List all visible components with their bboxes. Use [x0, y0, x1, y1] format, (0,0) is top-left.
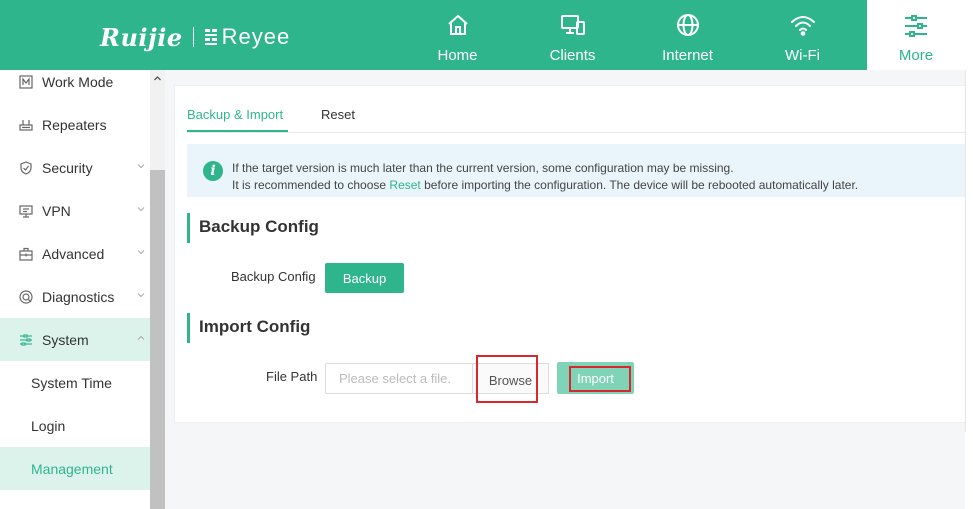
sidebar-item-label: VPN — [42, 202, 71, 219]
backup-section-title: Backup Config — [187, 213, 319, 243]
work-mode-icon — [18, 74, 34, 90]
toolbox-icon — [18, 246, 34, 262]
brand-ruijie: Ruijie — [100, 22, 183, 52]
tab-divider — [187, 132, 965, 133]
devices-icon — [560, 15, 585, 35]
chevron-up-icon — [137, 335, 145, 340]
backup-field-label: Backup Config — [231, 269, 316, 284]
globe-icon — [676, 14, 699, 36]
shield-icon — [18, 160, 34, 176]
nav-more[interactable]: More — [867, 0, 965, 70]
reyee-mark-icon — [204, 29, 217, 45]
chevron-down-icon — [137, 207, 145, 212]
nav-internet-label: Internet — [662, 47, 713, 64]
brand-reyee: Reyee — [204, 24, 291, 50]
diagnostics-icon — [18, 289, 34, 305]
sidebar-item-security[interactable]: Security — [0, 146, 150, 189]
chevron-down-icon — [137, 164, 145, 169]
file-path-input[interactable] — [325, 363, 472, 394]
sidebar-item-work-mode[interactable]: Work Mode — [0, 70, 150, 103]
vpn-icon — [18, 203, 34, 219]
sidebar: Work Mode Repeaters Security VPN Advance… — [0, 70, 165, 509]
sidebar-item-advanced[interactable]: Advanced — [0, 232, 150, 275]
brand-logo: Ruijie Reyee — [100, 22, 290, 52]
window-edge — [965, 0, 973, 509]
sidebar-item-label: Diagnostics — [42, 288, 115, 305]
sidebar-item-label: Security — [42, 159, 93, 176]
chevron-down-icon — [137, 250, 145, 255]
sidebar-subitem-label: System Time — [31, 374, 112, 391]
sidebar-item-vpn[interactable]: VPN — [0, 189, 150, 232]
file-path-label: File Path — [266, 369, 318, 384]
sidebar-item-label: System — [42, 331, 89, 348]
sidebar-item-label: Repeaters — [42, 116, 107, 133]
sidebar-subitem-management[interactable]: Management — [0, 447, 150, 490]
sidebar-item-system[interactable]: System — [0, 318, 150, 361]
brand-separator — [192, 27, 194, 47]
sliders-icon — [905, 15, 927, 37]
top-header: Ruijie Reyee Home Clients Internet Wi-Fi… — [0, 0, 965, 70]
brand-reyee-text: Reyee — [221, 24, 291, 49]
tab-backup-import[interactable]: Backup & Import — [187, 107, 283, 131]
nav-wifi-label: Wi-Fi — [785, 47, 820, 64]
backup-button[interactable]: Backup — [325, 263, 404, 293]
sidebar-scrollbar[interactable] — [150, 70, 165, 509]
nav-internet[interactable]: Internet — [630, 0, 745, 70]
notice-line-2-suffix: before importing the configuration. The … — [420, 178, 859, 192]
sidebar-subitem-login[interactable]: Login — [0, 404, 150, 447]
nav-clients-label: Clients — [549, 47, 596, 64]
sidebar-scrollbar-thumb[interactable] — [150, 170, 165, 509]
sliders-icon — [18, 332, 34, 348]
sidebar-item-label: Advanced — [42, 245, 105, 262]
scroll-up-arrow-icon[interactable] — [153, 74, 162, 83]
notice-line-2-prefix: It is recommended to choose — [232, 178, 390, 192]
notice-reset-link[interactable]: Reset — [389, 178, 420, 192]
nav-home[interactable]: Home — [400, 0, 515, 70]
sidebar-subitem-label: Management — [31, 460, 113, 477]
info-icon: i — [203, 161, 223, 181]
nav-clients[interactable]: Clients — [515, 0, 630, 70]
sidebar-subitem-label: Login — [31, 417, 66, 434]
notice-line-2: It is recommended to choose Reset before… — [232, 178, 858, 192]
wifi-icon — [790, 16, 815, 36]
import-highlight-box — [569, 366, 631, 392]
browse-highlight-box — [476, 355, 538, 403]
content-right-border — [965, 70, 966, 432]
tab-reset[interactable]: Reset — [321, 107, 355, 131]
notice-line-1: If the target version is much later than… — [232, 161, 734, 175]
info-notice: i If the target version is much later th… — [187, 144, 965, 197]
nav-more-label: More — [898, 47, 934, 64]
sidebar-item-repeaters[interactable]: Repeaters — [0, 103, 150, 146]
nav-wifi[interactable]: Wi-Fi — [745, 0, 860, 70]
sidebar-item-diagnostics[interactable]: Diagnostics — [0, 275, 150, 318]
home-icon — [447, 14, 468, 35]
nav-home-label: Home — [437, 47, 478, 64]
sidebar-subitem-system-time[interactable]: System Time — [0, 361, 150, 404]
repeaters-icon — [18, 117, 34, 133]
sidebar-item-label: Work Mode — [42, 73, 114, 90]
chevron-down-icon — [137, 293, 145, 298]
import-section-title: Import Config — [187, 313, 310, 343]
